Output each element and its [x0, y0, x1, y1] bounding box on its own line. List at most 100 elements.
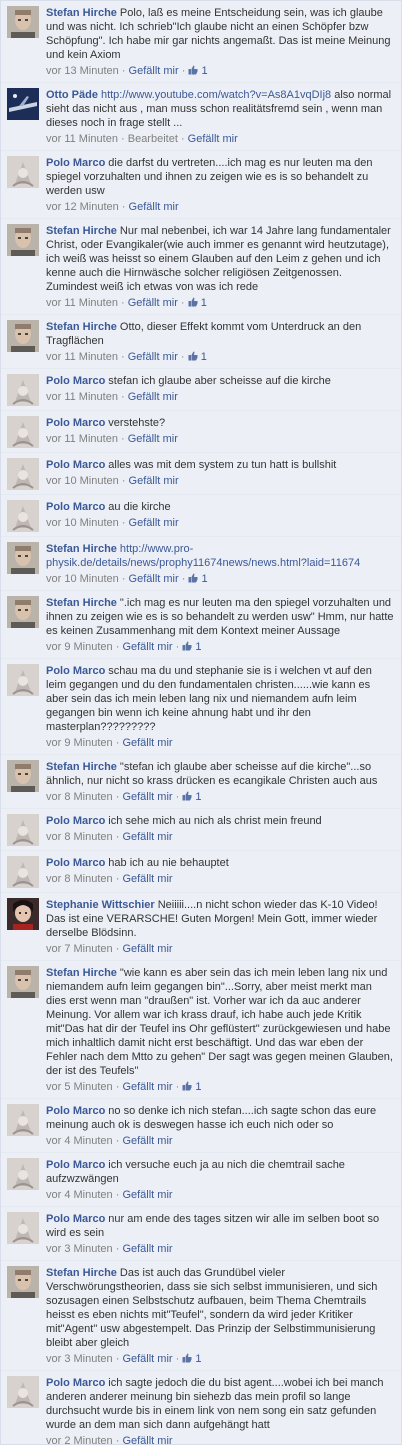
like-button[interactable]: Gefällt mir — [122, 1081, 172, 1093]
comment-timestamp[interactable]: vor 5 Minuten — [46, 1081, 113, 1093]
like-button[interactable]: Gefällt mir — [129, 573, 179, 585]
like-button[interactable]: Gefällt mir — [122, 1189, 172, 1201]
avatar[interactable] — [7, 760, 39, 792]
like-count[interactable]: 1 — [182, 1353, 202, 1365]
comment-link[interactable]: http://www.youtube.com/watch?v=As8A1vqDI… — [101, 89, 334, 101]
comment-timestamp[interactable]: vor 8 Minuten — [46, 831, 113, 843]
like-button[interactable]: Gefällt mir — [128, 433, 178, 445]
comment-author-link[interactable]: Polo Marco — [46, 815, 105, 827]
like-count[interactable]: 1 — [182, 1081, 202, 1093]
comment-author-link[interactable]: Stefan Hirche — [46, 967, 117, 979]
avatar[interactable] — [7, 320, 39, 352]
comment-author-link[interactable]: Stefan Hirche — [46, 7, 117, 19]
avatar[interactable] — [7, 542, 39, 574]
comment-timestamp[interactable]: vor 8 Minuten — [46, 791, 113, 803]
avatar[interactable] — [7, 416, 39, 448]
avatar[interactable] — [7, 1104, 39, 1136]
like-button[interactable]: Gefällt mir — [122, 737, 172, 749]
avatar[interactable] — [7, 6, 39, 38]
like-button[interactable]: Gefällt mir — [122, 791, 172, 803]
like-button[interactable]: Gefällt mir — [129, 201, 179, 213]
comment-author-link[interactable]: Stefan Hirche — [46, 1267, 117, 1279]
comment-author-link[interactable]: Polo Marco — [46, 417, 105, 429]
avatar[interactable] — [7, 966, 39, 998]
like-button[interactable]: Gefällt mir — [129, 65, 179, 77]
comment-author-link[interactable]: Polo Marco — [46, 157, 105, 169]
comment-timestamp[interactable]: vor 12 Minuten — [46, 201, 119, 213]
avatar[interactable] — [7, 88, 39, 120]
comment-author-link[interactable]: Polo Marco — [46, 375, 105, 387]
like-count-number: 1 — [197, 351, 207, 363]
comment-timestamp[interactable]: vor 4 Minuten — [46, 1189, 113, 1201]
comment-author-link[interactable]: Otto Päde — [46, 89, 98, 101]
comment-timestamp[interactable]: vor 9 Minuten — [46, 737, 113, 749]
comment-timestamp[interactable]: vor 10 Minuten — [46, 517, 119, 529]
comment-timestamp[interactable]: vor 9 Minuten — [46, 641, 113, 653]
comment-author-link[interactable]: Stefan Hirche — [46, 543, 117, 555]
comment-author-link[interactable]: Stephanie Wittschier — [46, 899, 155, 911]
avatar[interactable] — [7, 856, 39, 888]
avatar[interactable] — [7, 500, 39, 532]
comment-author-link[interactable]: Polo Marco — [46, 1377, 105, 1389]
comment-timestamp[interactable]: vor 8 Minuten — [46, 873, 113, 885]
comment-author-link[interactable]: Polo Marco — [46, 857, 105, 869]
like-count[interactable]: 1 — [182, 641, 202, 653]
avatar[interactable] — [7, 1376, 39, 1408]
comment-author-link[interactable]: Stefan Hirche — [46, 225, 117, 237]
like-count[interactable]: 1 — [182, 791, 202, 803]
like-button[interactable]: Gefällt mir — [122, 1135, 172, 1147]
comment-author-link[interactable]: Polo Marco — [46, 459, 105, 471]
comment-timestamp[interactable]: vor 3 Minuten — [46, 1353, 113, 1365]
comment-timestamp[interactable]: vor 10 Minuten — [46, 573, 119, 585]
comment-timestamp[interactable]: vor 11 Minuten — [46, 351, 118, 363]
like-button[interactable]: Gefällt mir — [128, 351, 178, 363]
comment-timestamp[interactable]: vor 11 Minuten — [46, 391, 118, 403]
avatar[interactable] — [7, 374, 39, 406]
avatar[interactable] — [7, 898, 39, 930]
comment-author-link[interactable]: Polo Marco — [46, 501, 105, 513]
comment-author-link[interactable]: Polo Marco — [46, 665, 105, 677]
comment-timestamp[interactable]: vor 3 Minuten — [46, 1243, 113, 1255]
comment-timestamp[interactable]: vor 10 Minuten — [46, 475, 119, 487]
like-thumb-icon — [188, 573, 198, 583]
avatar[interactable] — [7, 1266, 39, 1298]
avatar[interactable] — [7, 1158, 39, 1190]
comment-author-link[interactable]: Polo Marco — [46, 1105, 105, 1117]
like-button[interactable]: Gefällt mir — [122, 1353, 172, 1365]
like-button[interactable]: Gefällt mir — [129, 475, 179, 487]
comment-author-link[interactable]: Stefan Hirche — [46, 761, 117, 773]
avatar[interactable] — [7, 156, 39, 188]
like-button[interactable]: Gefällt mir — [128, 391, 178, 403]
comment-timestamp[interactable]: vor 4 Minuten — [46, 1135, 113, 1147]
like-count[interactable]: 1 — [188, 65, 208, 77]
like-button[interactable]: Gefällt mir — [122, 641, 172, 653]
avatar[interactable] — [7, 664, 39, 696]
comment-author-link[interactable]: Stefan Hirche — [46, 597, 117, 609]
comment-author-link[interactable]: Stefan Hirche — [46, 321, 117, 333]
comment-timestamp[interactable]: vor 11 Minuten — [46, 297, 118, 309]
comment-author-link[interactable]: Polo Marco — [46, 1159, 105, 1171]
like-count[interactable]: 1 — [188, 573, 208, 585]
like-button[interactable]: Gefällt mir — [122, 1435, 172, 1444]
like-button[interactable]: Gefällt mir — [188, 133, 238, 145]
like-count[interactable]: 1 — [188, 297, 207, 309]
like-button[interactable]: Gefällt mir — [128, 297, 178, 309]
comment-timestamp[interactable]: vor 11 Minuten — [46, 133, 118, 145]
comment-timestamp[interactable]: vor 13 Minuten — [46, 65, 119, 77]
avatar[interactable] — [7, 458, 39, 490]
like-button[interactable]: Gefällt mir — [122, 943, 172, 955]
like-button[interactable]: Gefällt mir — [122, 873, 172, 885]
comment-meta: vor 5 Minuten · Gefällt mir · 1 — [46, 1080, 395, 1094]
like-button[interactable]: Gefällt mir — [122, 1243, 172, 1255]
like-button[interactable]: Gefällt mir — [129, 517, 179, 529]
avatar[interactable] — [7, 596, 39, 628]
like-count[interactable]: 1 — [188, 351, 207, 363]
comment-timestamp[interactable]: vor 7 Minuten — [46, 943, 113, 955]
avatar[interactable] — [7, 224, 39, 256]
avatar[interactable] — [7, 1212, 39, 1244]
comment-timestamp[interactable]: vor 11 Minuten — [46, 433, 118, 445]
avatar[interactable] — [7, 814, 39, 846]
comment-timestamp[interactable]: vor 2 Minuten — [46, 1435, 113, 1444]
like-button[interactable]: Gefällt mir — [122, 831, 172, 843]
comment-author-link[interactable]: Polo Marco — [46, 1213, 105, 1225]
